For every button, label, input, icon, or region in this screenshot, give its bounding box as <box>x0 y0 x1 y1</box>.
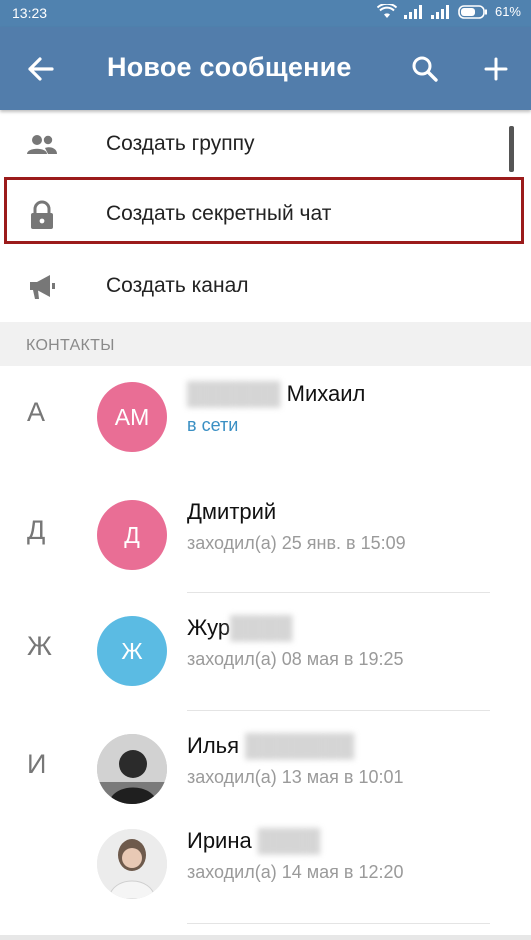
avatar-photo <box>97 734 167 804</box>
contact-name: Ирина ████ <box>187 828 320 854</box>
index-letter: А <box>27 397 46 427</box>
person-photo-icon <box>97 734 167 804</box>
avatar-initials: Д <box>124 521 140 548</box>
avatar: АМ <box>97 382 167 452</box>
status-bar: 13:23 61% <box>0 0 531 27</box>
avatar: Ж <box>97 616 167 686</box>
person-photo-icon <box>97 829 167 899</box>
contact-row[interactable]: Ирина ████ заходил(а) 14 мая в 12:20 <box>0 806 531 922</box>
avatar-initials: АМ <box>114 403 150 430</box>
status-time: 13:23 <box>12 5 48 21</box>
signal-icon-2 <box>430 4 449 19</box>
contact-status: заходил(а) 25 янв. в 15:09 <box>187 533 406 553</box>
contact-name-text: Илья <box>187 733 240 758</box>
blurred-name: ████ <box>230 615 293 640</box>
blurred-name: ████ <box>251 828 321 853</box>
group-icon <box>27 135 57 154</box>
megaphone-icon <box>30 275 55 299</box>
contact-name: Илья ███████ <box>187 733 354 759</box>
contact-name-text: Михаил <box>286 381 366 406</box>
avatar: Д <box>97 500 167 570</box>
contact-name-text: Жур <box>187 615 231 640</box>
status-icons: 61% <box>376 4 521 19</box>
bottom-edge <box>0 935 531 940</box>
contact-name: ██████ Михаил <box>187 381 365 407</box>
index-letter: Ж <box>27 631 52 661</box>
contact-status: заходил(а) 13 мая в 10:01 <box>187 767 404 787</box>
blurred-name: ██████ <box>187 381 287 406</box>
contact-row[interactable]: А АМ ██████ Михаил в сети <box>0 359 531 475</box>
blurred-name: ███████ <box>239 733 355 758</box>
page-title: Новое сообщение <box>107 52 352 82</box>
contact-row[interactable]: Д Д Дмитрий заходил(а) 25 янв. в 15:09 <box>0 477 531 593</box>
back-button[interactable] <box>23 51 59 87</box>
battery-icon <box>458 4 487 19</box>
contact-status: заходил(а) 08 мая в 19:25 <box>187 649 404 669</box>
contact-status: заходил(а) 14 мая в 12:20 <box>187 862 404 882</box>
battery-percent: 61% <box>494 4 521 19</box>
avatar-initials: Ж <box>121 637 143 664</box>
menu-label: Создать канал <box>106 274 249 297</box>
search-button[interactable] <box>407 51 443 87</box>
section-label: КОНТАКТЫ <box>26 337 115 354</box>
wifi-icon <box>376 4 397 18</box>
signal-icon <box>403 4 422 19</box>
contact-name: Жур████ <box>187 615 292 641</box>
avatar-photo <box>97 829 167 899</box>
menu-item-create-channel[interactable]: Создать канал <box>0 252 531 322</box>
contact-name: Дмитрий <box>187 499 277 524</box>
contact-status: в сети <box>187 415 239 435</box>
contact-name-text: Ирина <box>187 828 252 853</box>
arrow-left-icon <box>28 57 54 81</box>
plus-icon <box>484 57 508 81</box>
scrollbar[interactable] <box>509 126 514 172</box>
divider <box>187 923 490 924</box>
app-bar: Новое сообщение <box>0 27 531 110</box>
contact-row[interactable]: Ж Ж Жур████ заходил(а) 08 мая в 19:25 <box>0 593 531 709</box>
highlight-box <box>4 177 524 244</box>
add-button[interactable] <box>478 51 514 87</box>
index-letter: Д <box>27 515 46 545</box>
menu-label: Создать группу <box>106 132 255 155</box>
menu-item-create-group[interactable]: Создать группу <box>0 110 531 180</box>
index-letter: И <box>27 749 47 779</box>
search-icon <box>412 56 438 82</box>
